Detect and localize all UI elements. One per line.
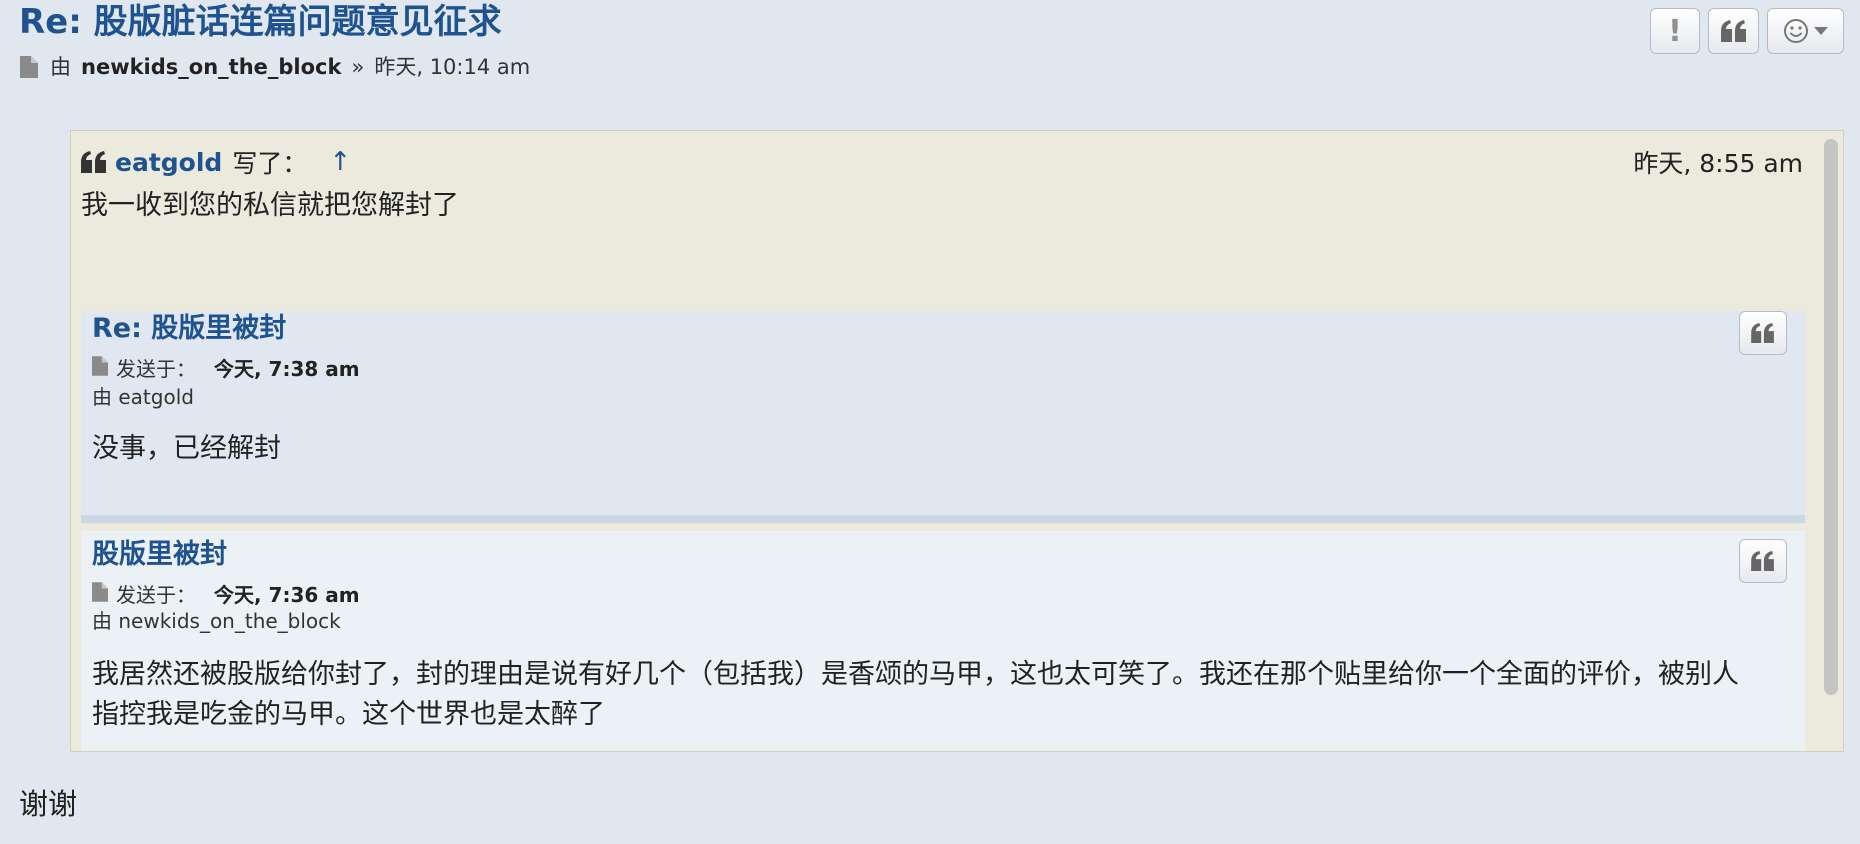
document-icon [92,581,108,609]
message-body: 没事，已经解封 [92,433,281,464]
post-time: 昨天, 10:14 am [374,55,531,79]
sent-label: 发送于： [116,583,196,607]
message-by-line: 由 newkids_on_the_block [92,609,341,633]
sent-time: 今天, 7:38 am [214,357,360,381]
report-button[interactable]: ! [1650,8,1700,54]
post-meta: 由 newkids_on_the_block » 昨天, 10:14 am [20,53,530,81]
sent-time: 今天, 7:36 am [214,583,360,607]
quote-icon [1751,323,1774,343]
exclamation-icon: ! [1668,13,1682,49]
message-quote-button[interactable] [1739,539,1787,583]
quoted-message: 股版里被封 发送于： 今天, 7:36 am 由 newkids_on_the_… [81,531,1805,751]
post-buttons: ! [1650,8,1844,54]
quote-author-link[interactable]: eatgold [115,148,222,177]
quote-icon [81,151,107,173]
quote-header: eatgold 写了： ↑ 昨天, 8:55 am [81,145,1803,179]
quote-icon [1751,551,1774,571]
up-arrow-icon[interactable]: ↑ [329,147,351,177]
reactions-button[interactable] [1767,8,1844,54]
quote-text: 我一收到您的私信就把您解封了 [81,190,459,221]
quote-wrote-label: 写了： [232,149,308,178]
sent-label: 发送于： [116,357,196,381]
message-sent-line: 发送于： 今天, 7:38 am [92,355,360,383]
post-author-link[interactable]: newkids_on_the_block [81,53,341,81]
by-label: 由 [50,55,71,79]
post-title[interactable]: Re: 股版脏话连篇问题意见征求 [19,0,502,44]
scrollbar-thumb[interactable] [1824,139,1838,695]
message-title[interactable]: 股版里被封 [92,537,227,573]
quoted-message: Re: 股版里被封 发送于： 今天, 7:38 am 由 eatgold 没事，… [81,311,1805,523]
quote-button[interactable] [1708,8,1759,54]
quote-icon [1720,20,1746,42]
message-sent-line: 发送于： 今天, 7:36 am [92,581,360,609]
post-body-text: 谢谢 [19,787,78,821]
quote-time: 昨天, 8:55 am [1633,149,1803,178]
document-icon [92,355,108,383]
quote-block: eatgold 写了： ↑ 昨天, 8:55 am 我一收到您的私信就把您解封了… [70,130,1844,752]
meta-separator: » [351,55,365,79]
document-icon[interactable] [20,56,40,78]
message-by-line: 由 eatgold [92,385,194,409]
chevron-down-icon [1813,27,1828,35]
message-body: 我居然还被股版给你封了，封的理由是说有好几个（包括我）是香颂的马甲，这也太可笑了… [92,659,1739,730]
message-quote-button[interactable] [1739,311,1787,355]
message-title[interactable]: Re: 股版里被封 [92,311,286,347]
smiley-icon [1783,19,1808,43]
